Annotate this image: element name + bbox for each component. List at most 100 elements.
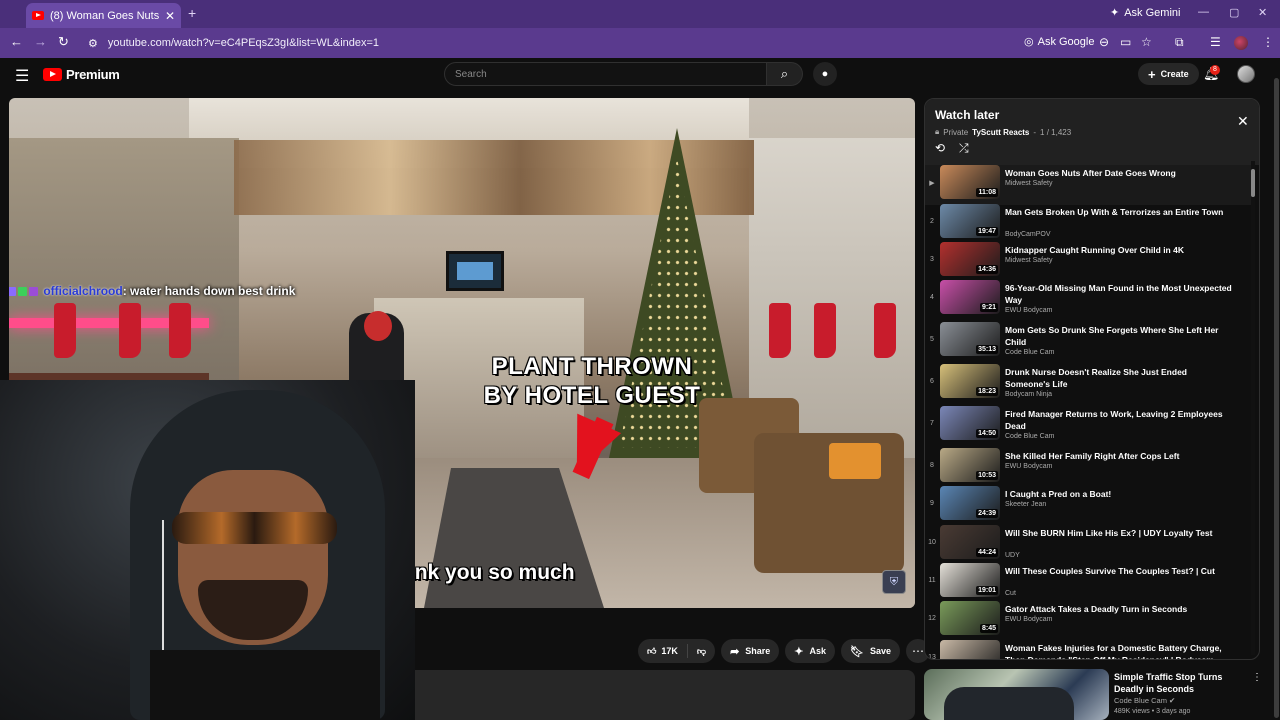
browser-profile-icon[interactable] bbox=[1234, 36, 1248, 50]
playlist-owner[interactable]: TyScutt Reacts bbox=[972, 128, 1029, 137]
playlist-item[interactable]: 6 18:23 Drunk Nurse Doesn't Realize She Ju… bbox=[925, 364, 1255, 404]
url-field[interactable]: ⚙ youtube.com/watch?v=eC4PEqsZ3gI&list=W… bbox=[80, 32, 1018, 54]
playlist-item-thumbnail[interactable] bbox=[940, 640, 1000, 659]
close-window-icon[interactable]: ✕ bbox=[1258, 6, 1267, 19]
playlist-item-thumbnail[interactable]: 10:53 bbox=[940, 448, 1000, 482]
playlist-item-title[interactable]: Gator Attack Takes a Deadly Turn in Seco… bbox=[1005, 603, 1233, 615]
playlist-item-thumbnail[interactable]: 9:21 bbox=[940, 280, 1000, 314]
create-button[interactable]: + Create bbox=[1138, 63, 1199, 85]
recommendation-channel[interactable]: Code Blue Cam ✔ bbox=[1114, 696, 1175, 705]
playlist-item-thumbnail[interactable]: 18:23 bbox=[940, 364, 1000, 398]
tab-close-icon[interactable]: ✕ bbox=[165, 9, 175, 23]
playlist-item-channel[interactable]: Cut bbox=[1005, 590, 1016, 597]
playlist-item-channel[interactable]: Code Blue Cam bbox=[1005, 349, 1054, 356]
ask-gemini-button[interactable]: ✦ Ask Gemini bbox=[1110, 6, 1180, 20]
playlist-scrollbar[interactable] bbox=[1251, 161, 1255, 655]
extensions-icon[interactable]: ⧉ bbox=[1175, 35, 1184, 50]
search-button[interactable]: ⌕ bbox=[767, 62, 803, 86]
menu-icon[interactable]: ☰ bbox=[15, 66, 29, 86]
like-button[interactable]: 👍︎ 17K bbox=[638, 639, 687, 663]
reading-list-icon[interactable]: ☰ bbox=[1210, 35, 1221, 49]
playlist-item-title[interactable]: Woman Goes Nuts After Date Goes Wrong bbox=[1005, 167, 1233, 179]
playlist-item-thumbnail[interactable]: 24:39 bbox=[940, 486, 1000, 520]
playlist-item[interactable]: 9 24:39 I Caught a Pred on a Boat! Skeeter … bbox=[925, 486, 1255, 526]
description-box[interactable] bbox=[400, 670, 915, 720]
search-input[interactable]: Search bbox=[444, 62, 767, 86]
playlist-item-title[interactable]: Will She BURN Him Like His Ex? | UDY Loy… bbox=[1005, 527, 1233, 539]
playlist-item-title[interactable]: Mom Gets So Drunk She Forgets Where She … bbox=[1005, 324, 1233, 348]
playlist-item-title[interactable]: She Killed Her Family Right After Cops L… bbox=[1005, 450, 1233, 462]
dislike-button[interactable]: 👎︎ bbox=[688, 639, 715, 663]
playlist-item[interactable]: 13 Woman Fakes Injuries for a Domestic Ba… bbox=[925, 640, 1255, 659]
playlist-item-thumbnail[interactable]: 35:13 bbox=[940, 322, 1000, 356]
bookmark-star-icon[interactable]: ☆ bbox=[1141, 35, 1152, 49]
playlist-item-thumbnail[interactable]: 8:45 bbox=[940, 601, 1000, 635]
browser-menu-icon[interactable]: ⋮ bbox=[1262, 35, 1274, 49]
playlist-item-channel[interactable]: Bodycam Ninja bbox=[1005, 391, 1052, 398]
ask-button[interactable]: ✦ Ask bbox=[785, 639, 836, 663]
ask-google-button[interactable]: ◎ Ask Google bbox=[1024, 35, 1094, 49]
playlist-item[interactable]: 12 8:45 Gator Attack Takes a Deadly Turn i… bbox=[925, 601, 1255, 641]
close-playlist-icon[interactable]: ✕ bbox=[1237, 113, 1249, 130]
channel-watermark-icon[interactable]: ⛨ bbox=[882, 570, 906, 594]
save-button[interactable]: 🔖︎ Save bbox=[841, 639, 901, 663]
playlist-item-title[interactable]: Kidnapper Caught Running Over Child in 4… bbox=[1005, 244, 1233, 256]
playlist-item-channel[interactable]: Skeeter Jean bbox=[1005, 501, 1046, 508]
recommendation-title[interactable]: Simple Traffic Stop Turns Deadly in Seco… bbox=[1114, 671, 1254, 695]
playlist-item[interactable]: ▶ 11:08 Woman Goes Nuts After Date Goes Wr… bbox=[925, 165, 1255, 205]
playlist-item-thumbnail[interactable]: 44:24 bbox=[940, 525, 1000, 559]
shuffle-icon[interactable]: ⤮ bbox=[959, 141, 969, 156]
browser-tab[interactable]: (8) Woman Goes Nuts After Da ✕ bbox=[26, 3, 181, 28]
playlist-item-title[interactable]: Drunk Nurse Doesn't Realize She Just End… bbox=[1005, 366, 1233, 390]
share-button[interactable]: ➦ Share bbox=[721, 639, 780, 663]
playlist-item-title[interactable]: Man Gets Broken Up With & Terrorizes an … bbox=[1005, 206, 1233, 218]
playlist-item-channel[interactable]: BodyCamPOV bbox=[1005, 231, 1051, 238]
playlist-item[interactable]: 4 9:21 96-Year-Old Missing Man Found in th… bbox=[925, 280, 1255, 320]
playlist-position: 1 / 1,423 bbox=[1040, 127, 1072, 137]
recommendation-more-icon[interactable]: ⋮ bbox=[1252, 672, 1262, 683]
forward-icon[interactable]: → bbox=[34, 34, 47, 49]
recommendation-thumbnail[interactable] bbox=[924, 669, 1109, 720]
playlist-item-title[interactable]: I Caught a Pred on a Boat! bbox=[1005, 488, 1233, 500]
playlist-item-channel[interactable]: EWU Bodycam bbox=[1005, 616, 1052, 623]
playlist-item-channel[interactable]: Code Blue Cam bbox=[1005, 433, 1054, 440]
page-scrollbar-thumb[interactable] bbox=[1274, 78, 1279, 718]
reload-icon[interactable]: ↻ bbox=[58, 34, 69, 50]
playlist-item-title[interactable]: Will These Couples Survive The Couples T… bbox=[1005, 565, 1233, 577]
zoom-icon[interactable]: ⊖ bbox=[1099, 35, 1109, 49]
playlist-item-channel[interactable]: Midwest Safety bbox=[1005, 257, 1052, 264]
playlist-scrollbar-thumb[interactable] bbox=[1251, 169, 1255, 197]
playlist-item[interactable]: 3 14:36 Kidnapper Caught Running Over Chil… bbox=[925, 242, 1255, 282]
playlist-item-channel[interactable]: EWU Bodycam bbox=[1005, 307, 1052, 314]
playlist-item[interactable]: 8 10:53 She Killed Her Family Right After … bbox=[925, 448, 1255, 488]
playlist-item-title[interactable]: Woman Fakes Injuries for a Domestic Batt… bbox=[1005, 642, 1233, 659]
site-info-icon[interactable]: ⚙ bbox=[88, 37, 98, 50]
playlist-item-channel[interactable]: Midwest Safety bbox=[1005, 180, 1052, 187]
playlist-item-channel[interactable]: EWU Bodycam bbox=[1005, 463, 1052, 470]
playlist-item-thumbnail[interactable]: 14:50 bbox=[940, 406, 1000, 440]
playlist-item[interactable]: 5 35:13 Mom Gets So Drunk She Forgets Wher… bbox=[925, 322, 1255, 362]
new-tab-button[interactable]: + bbox=[188, 5, 196, 21]
minimize-icon[interactable]: — bbox=[1198, 6, 1209, 18]
playlist-item-title[interactable]: Fired Manager Returns to Work, Leaving 2… bbox=[1005, 408, 1233, 432]
playlist-item[interactable]: 7 14:50 Fired Manager Returns to Work, Lea… bbox=[925, 406, 1255, 446]
playlist-item-thumbnail[interactable]: 11:08 bbox=[940, 165, 1000, 199]
page-scrollbar[interactable] bbox=[1272, 58, 1280, 720]
youtube-logo[interactable]: Premium bbox=[43, 67, 120, 82]
playlist-item-thumbnail[interactable]: 19:47 bbox=[940, 204, 1000, 238]
playlist-item[interactable]: 2 19:47 Man Gets Broken Up With & Terroriz… bbox=[925, 204, 1255, 244]
account-avatar[interactable] bbox=[1237, 65, 1255, 83]
playlist-item-index: ▶ bbox=[929, 180, 935, 187]
playlist-item-channel[interactable]: UDY bbox=[1005, 552, 1020, 559]
voice-search-button[interactable]: ● bbox=[813, 62, 837, 86]
playlist-item-title[interactable]: 96-Year-Old Missing Man Found in the Mos… bbox=[1005, 282, 1233, 306]
back-icon[interactable]: ← bbox=[10, 34, 23, 49]
playlist-title[interactable]: Watch later bbox=[935, 108, 999, 122]
playlist-item-thumbnail[interactable]: 19:01 bbox=[940, 563, 1000, 597]
playlist-item-thumbnail[interactable]: 14:36 bbox=[940, 242, 1000, 276]
maximize-icon[interactable]: ▢ bbox=[1229, 6, 1239, 19]
playlist-item[interactable]: 10 44:24 Will She BURN Him Like His Ex? | … bbox=[925, 525, 1255, 565]
cast-icon[interactable]: ▭ bbox=[1120, 35, 1131, 49]
loop-icon[interactable]: ⟲ bbox=[935, 141, 945, 155]
playlist-item[interactable]: 11 19:01 Will These Couples Survive The Co… bbox=[925, 563, 1255, 603]
